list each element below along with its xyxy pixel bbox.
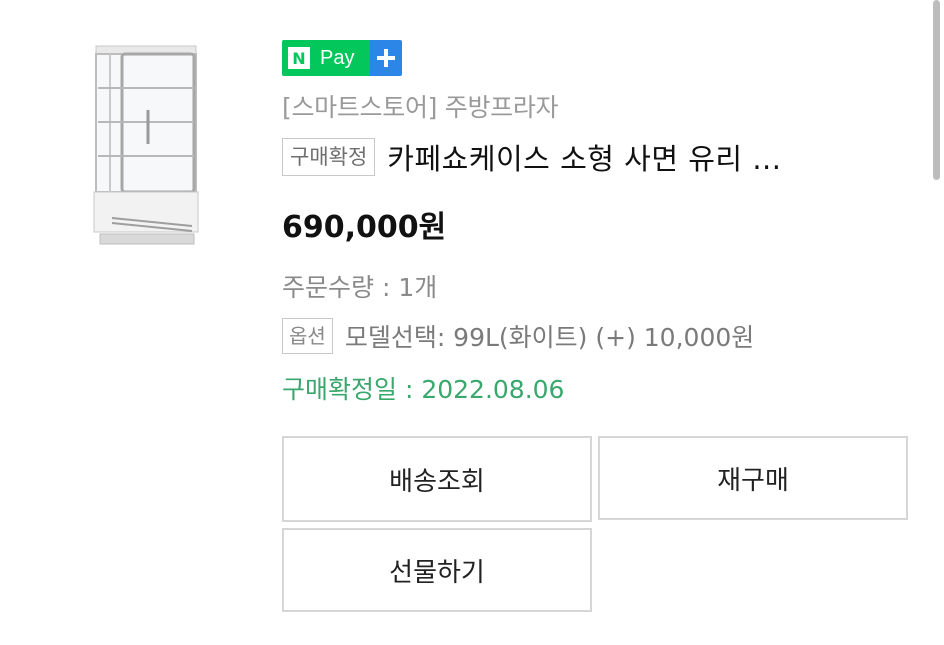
rebuy-button[interactable]: 재구매 xyxy=(598,436,908,520)
store-name[interactable]: [스마트스토어] 주방프라자 xyxy=(282,88,922,124)
order-item-card: N Pay [스마트스토어] 주방프라자 구매확정 카페쇼케이스 소형 사면 유… xyxy=(0,0,944,645)
option-row: 옵션 모델선택: 99L(화이트) (+) 10,000원 xyxy=(282,318,922,354)
npay-label: Pay xyxy=(320,46,355,69)
option-value: 모델선택: 99L(화이트) (+) 10,000원 xyxy=(344,323,755,352)
product-price: 690,000원 xyxy=(282,210,447,245)
track-delivery-button[interactable]: 배송조회 xyxy=(282,436,592,522)
product-title[interactable]: 카페쇼케이스 소형 사면 유리 ... xyxy=(387,136,781,178)
order-quantity: 주문수량 : 1개 xyxy=(282,273,438,302)
product-title-row: 구매확정 카페쇼케이스 소형 사면 유리 ... xyxy=(282,136,922,178)
npay-n-icon: N xyxy=(288,47,310,69)
gift-button[interactable]: 선물하기 xyxy=(282,528,592,612)
scrollbar[interactable] xyxy=(933,0,940,180)
npay-plus-badge: N Pay xyxy=(282,40,402,76)
status-badge: 구매확정 xyxy=(282,138,376,176)
order-info: N Pay [스마트스토어] 주방프라자 구매확정 카페쇼케이스 소형 사면 유… xyxy=(282,40,922,406)
product-image[interactable] xyxy=(82,40,210,254)
npay-green-segment: N Pay xyxy=(282,40,370,76)
plus-icon xyxy=(370,40,402,76)
purchase-confirm-date: 구매확정일 : 2022.08.06 xyxy=(282,375,565,404)
option-badge: 옵션 xyxy=(282,318,333,354)
